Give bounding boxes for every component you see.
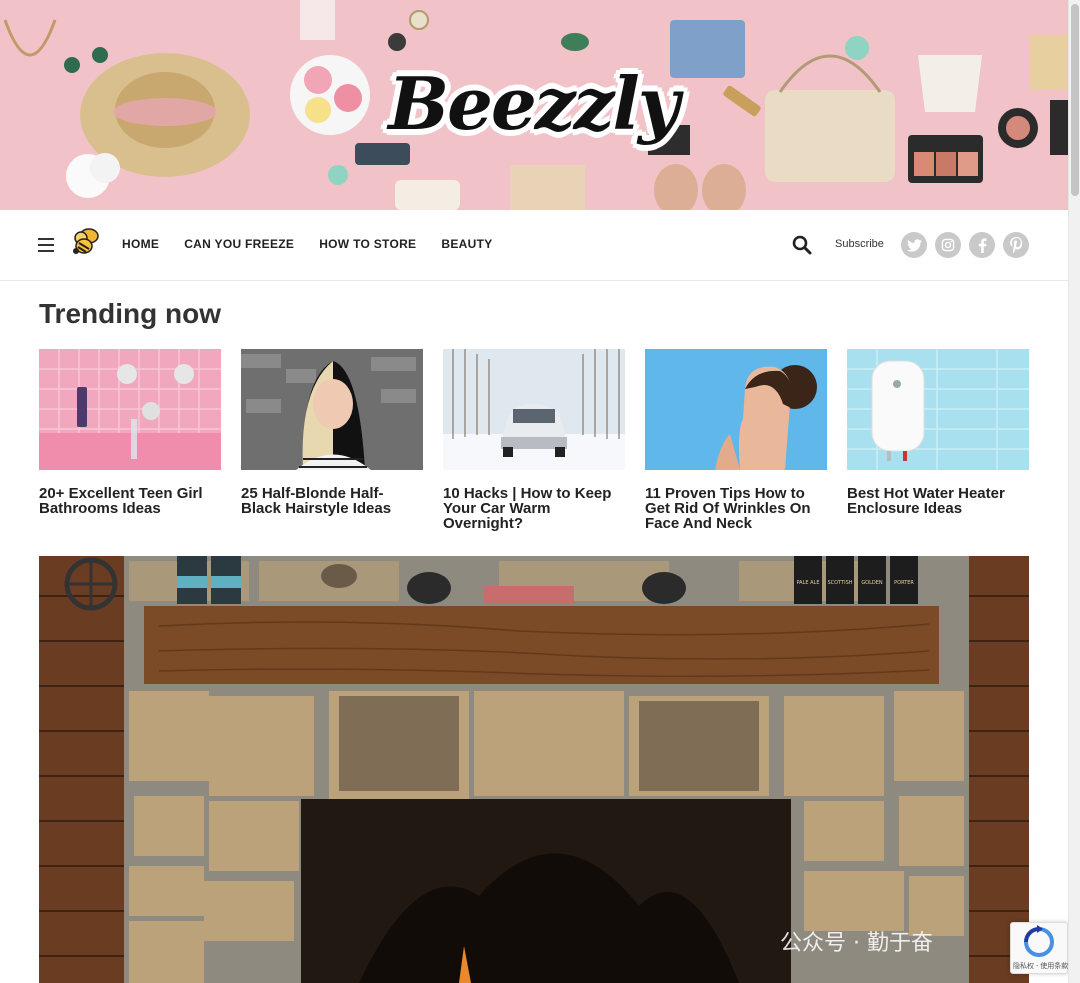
card-title[interactable]: 11 Proven Tips How to Get Rid Of Wrinkle… [645,486,827,531]
site-logo[interactable]: Beezzly [388,38,679,168]
logo-text: Beezzly [388,60,679,146]
nav-link-can-you-freeze[interactable]: CAN YOU FREEZE [184,237,294,251]
nav-link-beauty[interactable]: BEAUTY [441,237,492,251]
recaptcha-links[interactable]: 隐私权 - 使用条款 [1013,961,1068,971]
trending-card[interactable]: Best Hot Water Heater Enclosure Ideas [847,349,1029,516]
trending-card[interactable]: 11 Proven Tips How to Get Rid Of Wrinkle… [645,349,827,531]
nav-link-home[interactable]: HOME [122,237,159,251]
card-thumbnail-pink-bathroom[interactable] [39,349,221,470]
main-navigation: HOME CAN YOU FREEZE HOW TO STORE BEAUTY … [0,210,1068,281]
trending-heading: Trending now [39,298,221,329]
scrollbar-thumb[interactable] [1071,4,1079,196]
featured-article-image[interactable]: PALE ALE SCOTTISH GOLDEN PORTER [39,556,1029,983]
wechat-watermark: 公众号 · 勤于奋 [780,931,933,956]
card-thumbnail-car-snow[interactable] [443,349,625,470]
instagram-icon[interactable] [935,232,961,258]
nav-link-how-to-store[interactable]: HOW TO STORE [319,237,416,251]
card-thumbnail-water-heater[interactable] [847,349,1029,470]
recaptcha-icon [1024,925,1054,957]
card-title[interactable]: 20+ Excellent Teen Girl Bathrooms Ideas [39,486,221,516]
recaptcha-badge[interactable]: 隐私权 - 使用条款 [1010,922,1068,974]
card-title[interactable]: 25 Half-Blonde Half-Black Hairstyle Idea… [241,486,423,516]
trending-card[interactable]: 20+ Excellent Teen Girl Bathrooms Ideas [39,349,221,516]
search-icon[interactable] [792,235,812,260]
card-title[interactable]: Best Hot Water Heater Enclosure Ideas [847,486,1029,516]
hamburger-menu-icon[interactable] [38,238,54,252]
bee-logo-icon[interactable] [70,228,100,256]
page-scrollbar[interactable] [1068,0,1080,983]
trending-card[interactable]: 25 Half-Blonde Half-Black Hairstyle Idea… [241,349,423,516]
twitter-icon[interactable] [901,232,927,258]
card-title[interactable]: 10 Hacks | How to Keep Your Car Warm Ove… [443,486,625,531]
fireplace-illustration: PALE ALE SCOTTISH GOLDEN PORTER [39,556,1029,983]
bottle-label: SCOTTISH [827,580,852,586]
bottle-label: GOLDEN [861,580,883,586]
nav-links: HOME CAN YOU FREEZE HOW TO STORE BEAUTY [122,237,518,251]
bottle-label: PORTER [894,580,914,586]
subscribe-link[interactable]: Subscribe [835,238,884,250]
facebook-icon[interactable] [969,232,995,258]
card-thumbnail-half-blonde-hair[interactable] [241,349,423,470]
card-thumbnail-woman-profile[interactable] [645,349,827,470]
trending-card[interactable]: 10 Hacks | How to Keep Your Car Warm Ove… [443,349,625,531]
pinterest-icon[interactable] [1003,232,1029,258]
bottle-label: PALE ALE [796,580,819,586]
header-banner: Beezzly [0,0,1068,210]
